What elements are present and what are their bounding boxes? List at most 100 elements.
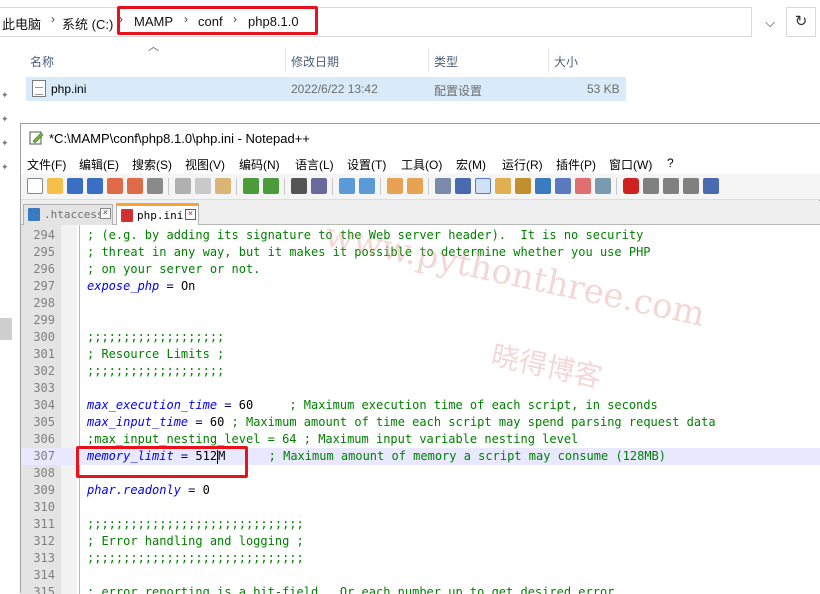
menu-run[interactable]: 运行(R) xyxy=(502,156,543,173)
menu-window[interactable]: 窗口(W) xyxy=(609,156,652,173)
sync-v-icon[interactable] xyxy=(387,178,403,194)
chevron-down-icon[interactable]: ⌵ xyxy=(760,13,780,33)
column-header-modified[interactable]: 修改日期 xyxy=(291,53,339,77)
chevron-right-icon[interactable]: › xyxy=(51,12,55,26)
play-macro-icon[interactable] xyxy=(663,178,679,194)
zoom-in-icon[interactable] xyxy=(339,178,355,194)
undo-icon[interactable] xyxy=(243,178,259,194)
code-text[interactable]: phar.readonly = 0 xyxy=(87,482,210,499)
title-bar[interactable]: *C:\MAMP\conf\php8.1.0\php.ini - Notepad… xyxy=(21,124,820,152)
code-text[interactable]: ; on your server or not. xyxy=(87,261,260,278)
pin-icon[interactable]: ✦ xyxy=(1,90,9,101)
code-line-309[interactable]: 309 phar.readonly = 0 xyxy=(21,482,820,499)
indent-guide-icon[interactable] xyxy=(475,178,491,194)
line-number: 307 xyxy=(33,449,55,463)
file-size: 53 KB xyxy=(587,82,620,96)
folder-workspace-icon[interactable] xyxy=(555,178,571,194)
code-line-301[interactable]: 301 ; Resource Limits ; xyxy=(21,346,820,363)
code-line-312[interactable]: 312 ; Error handling and logging ; xyxy=(21,533,820,550)
column-header-size[interactable]: 大小 xyxy=(554,53,578,77)
code-text[interactable]: ; threat in any way, but it makes it pos… xyxy=(87,244,651,261)
column-header-name[interactable]: 名称 xyxy=(30,53,54,77)
close-icon[interactable]: × xyxy=(100,208,111,219)
menu-view[interactable]: 视图(V) xyxy=(185,156,225,173)
menu-encoding[interactable]: 编码(N) xyxy=(239,156,280,173)
file-row-php-ini[interactable]: php.ini 2022/6/22 13:42 配置设置 53 KB xyxy=(26,77,626,101)
code-line-296[interactable]: 296 ; on your server or not. xyxy=(21,261,820,278)
breadcrumb-this-pc[interactable]: 此电脑 xyxy=(2,14,41,33)
menu-search[interactable]: 搜索(S) xyxy=(132,156,172,173)
code-line-297[interactable]: 297 expose_php = On xyxy=(21,278,820,295)
monitoring-icon[interactable] xyxy=(595,178,611,194)
close-file-icon[interactable] xyxy=(107,178,123,194)
menu-file[interactable]: 文件(F) xyxy=(27,156,66,173)
pin-icon[interactable]: ✦ xyxy=(1,138,9,149)
code-line-295[interactable]: 295 ; threat in any way, but it makes it … xyxy=(21,244,820,261)
folder-as-workspace-icon[interactable] xyxy=(575,178,591,194)
refresh-icon[interactable]: ↻ xyxy=(786,7,816,37)
redo-icon[interactable] xyxy=(263,178,279,194)
code-text[interactable]: ;;;;;;;;;;;;;;;;;;; xyxy=(87,363,224,380)
copy-icon[interactable] xyxy=(195,178,211,194)
save-all-icon[interactable] xyxy=(87,178,103,194)
line-number: 310 xyxy=(33,500,55,514)
code-line-305[interactable]: 305 max_input_time = 60 ; Maximum amount … xyxy=(21,414,820,431)
code-text[interactable]: ;;;;;;;;;;;;;;;;;;;;;;;;;;;;;; xyxy=(87,550,304,567)
doc-map-icon[interactable] xyxy=(515,178,531,194)
code-text[interactable]: ; Error handling and logging ; xyxy=(87,533,304,550)
code-text[interactable]: ;;;;;;;;;;;;;;;;;;; xyxy=(87,329,224,346)
menu-help[interactable]: ? xyxy=(667,156,674,170)
code-line-310[interactable]: 310 xyxy=(21,499,820,516)
code-line-313[interactable]: 313;;;;;;;;;;;;;;;;;;;;;;;;;;;;;; xyxy=(21,550,820,567)
tab-php-ini[interactable]: php.ini × xyxy=(116,203,199,225)
pin-icon[interactable]: ✦ xyxy=(1,162,9,173)
cut-icon[interactable] xyxy=(175,178,191,194)
save-macro-icon[interactable] xyxy=(703,178,719,194)
close-all-icon[interactable] xyxy=(127,178,143,194)
print-icon[interactable] xyxy=(147,178,163,194)
code-editor[interactable]: 294 ; (e.g. by adding its signature to th… xyxy=(21,225,820,594)
code-line-300[interactable]: 300;;;;;;;;;;;;;;;;;;; xyxy=(21,329,820,346)
code-line-299[interactable]: 299 xyxy=(21,312,820,329)
code-text[interactable]: ; (e.g. by adding its signature to the W… xyxy=(87,227,643,244)
code-text[interactable]: max_execution_time = 60 ; Maximum execut… xyxy=(87,397,658,414)
code-text[interactable]: ; Resource Limits ; xyxy=(87,346,224,363)
code-text[interactable]: expose_php = On xyxy=(87,278,195,295)
pin-icon[interactable]: ✦ xyxy=(1,114,9,125)
find-icon[interactable] xyxy=(291,178,307,194)
menu-tools[interactable]: 工具(O) xyxy=(401,156,442,173)
code-line-311[interactable]: 311;;;;;;;;;;;;;;;;;;;;;;;;;;;;;; xyxy=(21,516,820,533)
code-line-303[interactable]: 303 xyxy=(21,380,820,397)
run-macro-multiple-icon[interactable] xyxy=(683,178,699,194)
menu-language[interactable]: 语言(L) xyxy=(295,156,334,173)
paste-icon[interactable] xyxy=(215,178,231,194)
new-file-icon[interactable] xyxy=(27,178,43,194)
zoom-out-icon[interactable] xyxy=(359,178,375,194)
sync-h-icon[interactable] xyxy=(407,178,423,194)
open-file-icon[interactable] xyxy=(47,178,63,194)
udl-icon[interactable] xyxy=(495,178,511,194)
code-line-294[interactable]: 294 ; (e.g. by adding its signature to th… xyxy=(21,227,820,244)
breadcrumb-drive-c[interactable]: 系统 (C:) xyxy=(62,14,113,33)
code-line-314[interactable]: 314 xyxy=(21,567,820,584)
code-line-302[interactable]: 302;;;;;;;;;;;;;;;;;;; xyxy=(21,363,820,380)
word-wrap-icon[interactable] xyxy=(435,178,451,194)
menu-settings[interactable]: 设置(T) xyxy=(347,156,386,173)
show-all-chars-icon[interactable] xyxy=(455,178,471,194)
column-header-type[interactable]: 类型 xyxy=(434,53,458,77)
function-list-icon[interactable] xyxy=(535,178,551,194)
nav-pane-scroll[interactable] xyxy=(0,318,12,340)
code-line-304[interactable]: 304 max_execution_time = 60 ; Maximum exe… xyxy=(21,397,820,414)
code-text[interactable]: ;;;;;;;;;;;;;;;;;;;;;;;;;;;;;; xyxy=(87,516,304,533)
code-line-298[interactable]: 298 xyxy=(21,295,820,312)
tab-htaccess[interactable]: .htaccess × xyxy=(23,204,113,225)
menu-edit[interactable]: 编辑(E) xyxy=(79,156,119,173)
stop-macro-icon[interactable] xyxy=(643,178,659,194)
close-icon[interactable]: × xyxy=(185,209,196,220)
code-text[interactable]: max_input_time = 60 ; Maximum amount of … xyxy=(87,414,716,431)
save-icon[interactable] xyxy=(67,178,83,194)
record-macro-icon[interactable] xyxy=(623,178,639,194)
menu-macro[interactable]: 宏(M) xyxy=(456,156,486,173)
replace-icon[interactable] xyxy=(311,178,327,194)
menu-plugins[interactable]: 插件(P) xyxy=(556,156,596,173)
